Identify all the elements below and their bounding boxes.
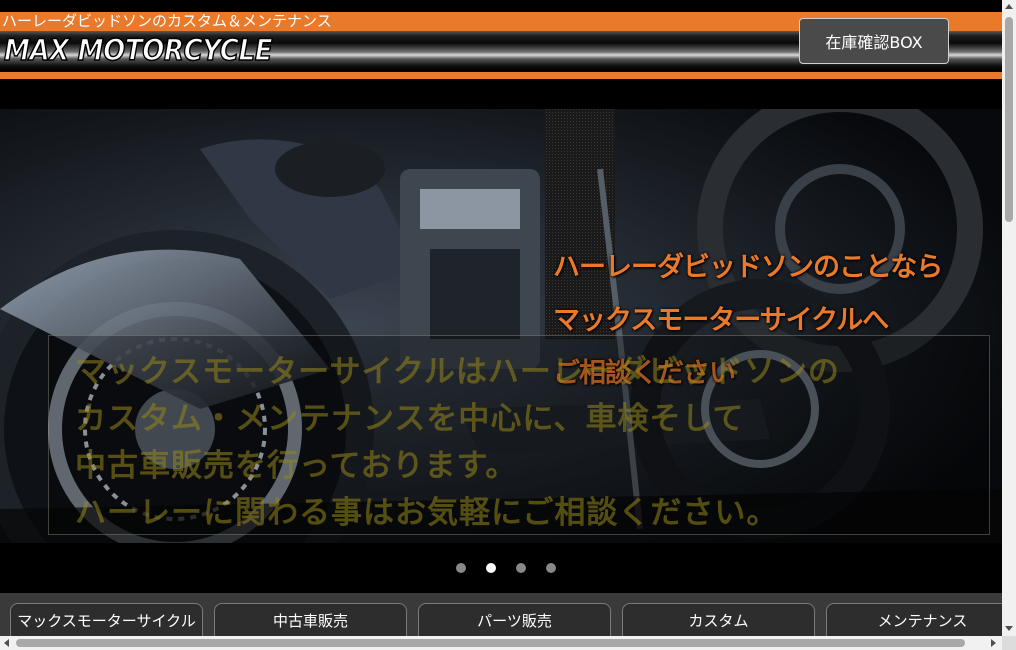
- horizontal-scrollbar[interactable]: [0, 636, 1002, 650]
- hero-message-line: ハーレーに関わる事はお気軽にご相談ください。: [75, 495, 779, 531]
- site-tagline: ハーレーダビッドソンのカスタム＆メンテナンス: [2, 12, 332, 30]
- slider-pagination: [456, 563, 556, 573]
- scroll-right-icon[interactable]: [991, 639, 996, 647]
- hero-heading-line: ハーレーダビッドソンのことなら: [553, 252, 943, 283]
- horizontal-scroll-thumb[interactable]: [16, 639, 965, 647]
- scroll-down-icon[interactable]: [1005, 626, 1013, 631]
- vertical-scrollbar[interactable]: [1002, 0, 1016, 636]
- hero-message-line: 中古車販売を行っております。: [75, 448, 518, 484]
- header-orange-stripe: [0, 72, 1002, 79]
- hero-message-panel: マックスモーターサイクルはハーレーダビッドソンの カスタム・メンテナンスを中心に…: [48, 335, 990, 535]
- hero-message-line: マックスモーターサイクルはハーレーダビッドソンの: [75, 354, 840, 390]
- nav-tab-custom[interactable]: カスタム: [622, 603, 815, 636]
- nav-tab-parts[interactable]: パーツ販売: [418, 603, 611, 636]
- slider-dot[interactable]: [456, 563, 466, 573]
- scrollbar-corner: [1002, 636, 1016, 650]
- site-logo[interactable]: MAX MOTORCYCLE: [3, 32, 273, 68]
- slider-dot[interactable]: [516, 563, 526, 573]
- nav-tab-max-motorcycle[interactable]: マックスモーターサイクル: [10, 603, 203, 636]
- hero-message-line: カスタム・メンテナンスを中心に、車検そして: [75, 401, 745, 437]
- main-nav: マックスモーターサイクル 中古車販売 パーツ販売 カスタム メンテナンス: [0, 593, 1002, 636]
- slider-dot[interactable]: [486, 563, 496, 573]
- scroll-up-icon[interactable]: [1005, 4, 1013, 9]
- vertical-scroll-thumb[interactable]: [1005, 17, 1013, 222]
- scroll-left-icon[interactable]: [4, 639, 9, 647]
- nav-tab-maintenance[interactable]: メンテナンス: [826, 603, 1002, 636]
- stock-check-button[interactable]: 在庫確認BOX: [799, 18, 949, 64]
- slider-dot[interactable]: [546, 563, 556, 573]
- site-header: ハーレーダビッドソンのカスタム＆メンテナンス MAX MOTORCYCLE 在庫…: [0, 0, 1002, 80]
- nav-tab-used-bikes[interactable]: 中古車販売: [214, 603, 407, 636]
